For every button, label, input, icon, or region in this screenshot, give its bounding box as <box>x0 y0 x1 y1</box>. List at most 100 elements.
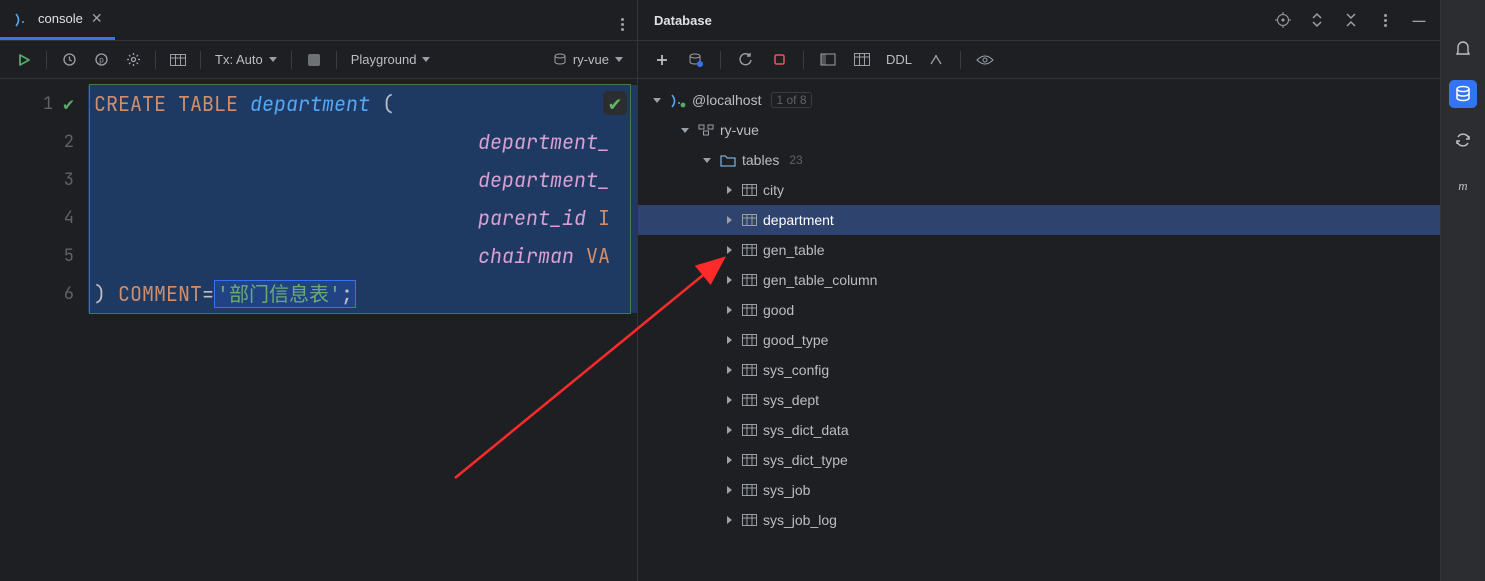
tables-count: 23 <box>789 153 802 167</box>
refresh-button[interactable] <box>731 46 759 74</box>
svg-text:p: p <box>99 56 104 65</box>
table-name: sys_config <box>763 362 829 378</box>
tab-console[interactable]: console ✕ <box>0 0 115 40</box>
schema-label: ry-vue <box>720 122 759 138</box>
tree-table-row[interactable]: sys_job_log <box>638 505 1440 535</box>
tx-mode-label: Tx: Auto <box>215 52 263 67</box>
run-button[interactable] <box>10 46 38 74</box>
expand-toggle[interactable] <box>722 276 736 284</box>
line-number: 1 <box>43 93 53 115</box>
database-tool-button[interactable] <box>1449 80 1477 108</box>
table-view-button[interactable] <box>164 46 192 74</box>
table-icon <box>742 244 757 256</box>
collapse-all-icon[interactable] <box>1338 7 1364 33</box>
editor-tabs-more[interactable] <box>607 9 637 31</box>
expand-toggle[interactable] <box>650 98 664 103</box>
stop-button[interactable] <box>765 46 793 74</box>
close-icon[interactable]: ✕ <box>91 10 103 27</box>
target-icon[interactable] <box>1270 7 1296 33</box>
table-name: good <box>763 302 794 318</box>
stop-button[interactable] <box>300 46 328 74</box>
expand-toggle[interactable] <box>722 336 736 344</box>
m-tool-button[interactable]: m <box>1449 172 1477 200</box>
notifications-button[interactable] <box>1449 34 1477 62</box>
line-number: 4 <box>64 207 74 229</box>
sync-tool-button[interactable] <box>1449 126 1477 154</box>
expand-collapse-icon[interactable] <box>1304 7 1330 33</box>
settings-button[interactable] <box>119 46 147 74</box>
datasource-icon <box>553 53 567 67</box>
datasource-selector[interactable]: ry-vue <box>547 46 629 74</box>
chevron-down-icon <box>269 57 277 62</box>
line-number: 3 <box>64 169 74 191</box>
expand-toggle[interactable] <box>722 516 736 524</box>
tree-table-row[interactable]: gen_table_column <box>638 265 1440 295</box>
playground-selector[interactable]: Playground <box>345 46 437 74</box>
expand-toggle[interactable] <box>722 216 736 224</box>
table-icon <box>742 214 757 226</box>
tree-table-row[interactable]: gen_table <box>638 235 1440 265</box>
expand-toggle[interactable] <box>722 306 736 314</box>
hide-panel-icon[interactable]: — <box>1406 7 1432 33</box>
table-icon <box>742 274 757 286</box>
editor-tabs: console ✕ <box>0 0 637 41</box>
table-name: sys_dept <box>763 392 819 408</box>
expand-toggle[interactable] <box>722 396 736 404</box>
jump-to-console-button[interactable] <box>814 46 842 74</box>
table-icon <box>742 514 757 526</box>
tree-table-row[interactable]: good <box>638 295 1440 325</box>
table-name: city <box>763 182 784 198</box>
tree-table-row[interactable]: sys_dict_type <box>638 445 1440 475</box>
editor-toolbar: p Tx: Auto Playground <box>0 41 637 79</box>
code-lines: CREATE TABLE department ( department_ de… <box>88 79 637 313</box>
tree-table-row[interactable]: sys_dict_data <box>638 415 1440 445</box>
check-icon: ✔ <box>63 93 74 116</box>
expand-toggle[interactable] <box>678 128 692 133</box>
ddl-button[interactable]: DDL <box>882 46 916 74</box>
gutter: 1✔ 2 3 4 5 6 <box>0 79 88 581</box>
code-editor[interactable]: 1✔ 2 3 4 5 6 ✔ CREATE TABLE department (… <box>0 79 637 581</box>
table-name: sys_dict_data <box>763 422 849 438</box>
tree-table-row[interactable]: department <box>638 205 1440 235</box>
diagram-button[interactable] <box>922 46 950 74</box>
database-tree[interactable]: @localhost 1 of 8 ry-vue tables 23 city d… <box>638 79 1440 581</box>
datasource-properties-button[interactable] <box>682 46 710 74</box>
tree-tables-folder[interactable]: tables 23 <box>638 145 1440 175</box>
line-number: 5 <box>64 245 74 267</box>
table-icon <box>742 454 757 466</box>
table-icon <box>742 364 757 376</box>
table-name: sys_job <box>763 482 810 498</box>
table-button[interactable] <box>848 46 876 74</box>
tree-table-row[interactable]: sys_config <box>638 355 1440 385</box>
editor-panel: console ✕ p <box>0 0 638 581</box>
table-icon <box>742 424 757 436</box>
datasource-label: ry-vue <box>573 52 609 67</box>
tree-datasource-root[interactable]: @localhost 1 of 8 <box>638 85 1440 115</box>
stop-icon <box>308 54 320 66</box>
tree-table-row[interactable]: good_type <box>638 325 1440 355</box>
expand-toggle[interactable] <box>722 186 736 194</box>
history-button[interactable] <box>55 46 83 74</box>
datasource-icon <box>670 92 686 108</box>
expand-toggle[interactable] <box>722 456 736 464</box>
tree-schema[interactable]: ry-vue <box>638 115 1440 145</box>
kebab-icon <box>621 18 624 31</box>
table-name: sys_job_log <box>763 512 837 528</box>
view-options-button[interactable] <box>971 46 999 74</box>
tree-table-row[interactable]: sys_job <box>638 475 1440 505</box>
expand-toggle[interactable] <box>722 426 736 434</box>
add-datasource-button[interactable] <box>648 46 676 74</box>
expand-toggle[interactable] <box>700 158 714 163</box>
panel-menu-icon[interactable] <box>1372 7 1398 33</box>
expand-toggle[interactable] <box>722 486 736 494</box>
tx-mode-selector[interactable]: Tx: Auto <box>209 46 283 74</box>
tables-folder-label: tables <box>742 152 779 168</box>
tree-table-row[interactable]: city <box>638 175 1440 205</box>
expand-toggle[interactable] <box>722 366 736 374</box>
explain-plan-button[interactable]: p <box>87 46 115 74</box>
datasource-count: 1 of 8 <box>771 92 811 108</box>
tree-table-row[interactable]: sys_dept <box>638 385 1440 415</box>
database-panel-title: Database <box>654 13 1270 28</box>
expand-toggle[interactable] <box>722 246 736 254</box>
table-icon <box>742 304 757 316</box>
